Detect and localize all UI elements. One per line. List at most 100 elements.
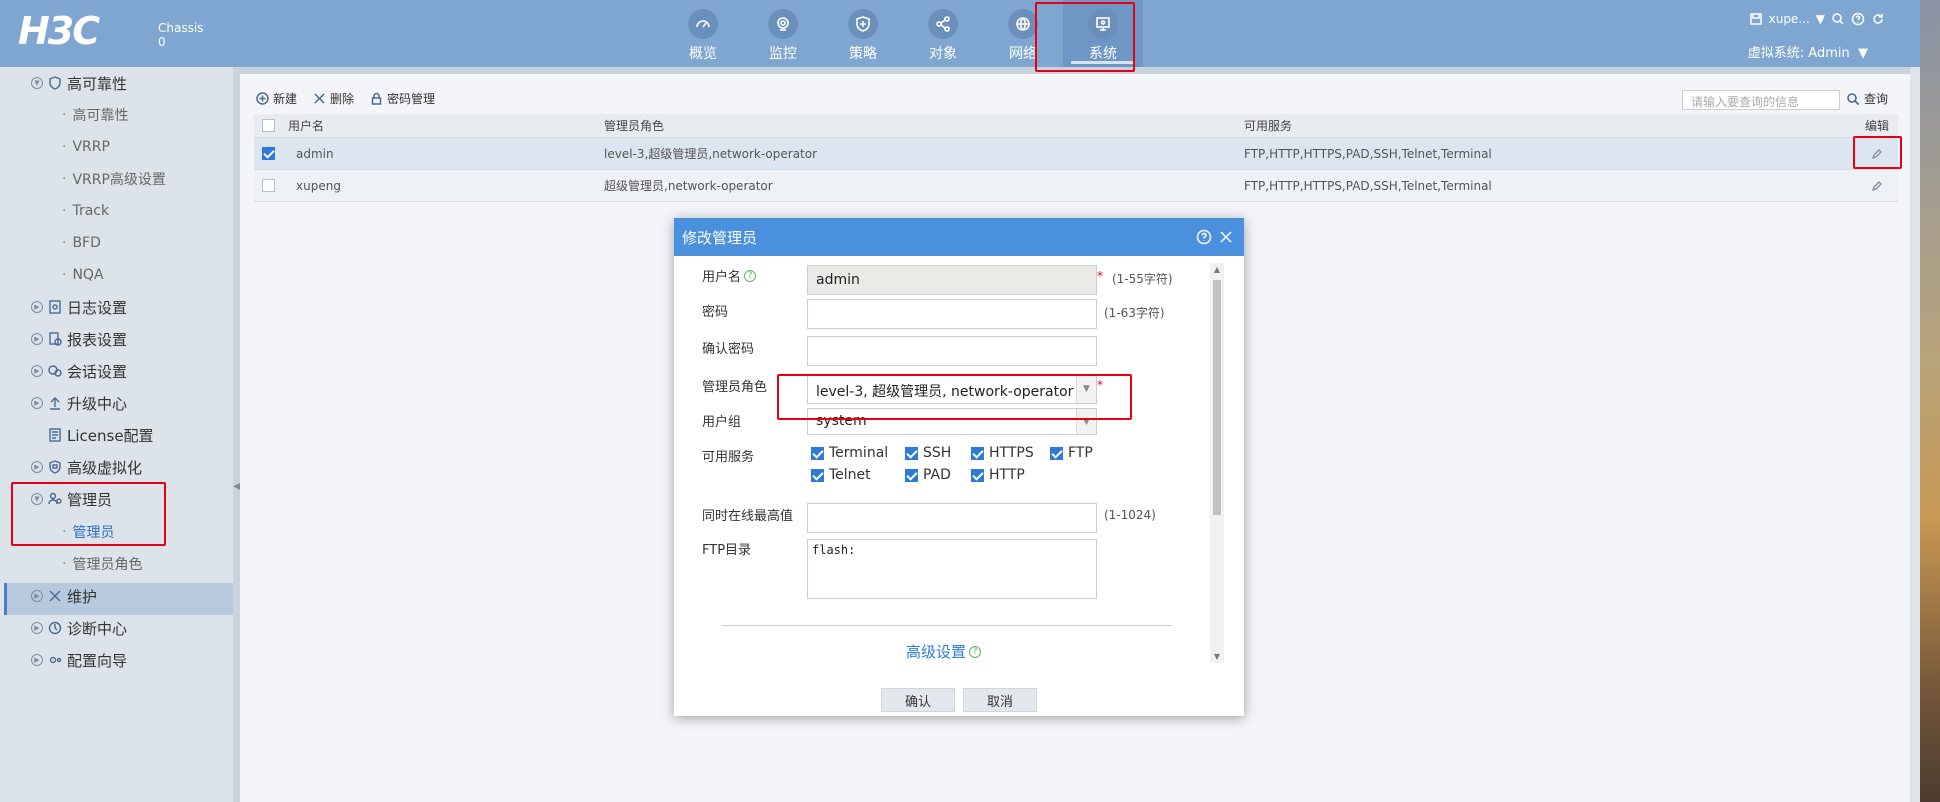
sidebar-item-ha[interactable]: 高可靠性 [62,99,128,131]
sidebar-item-bfd[interactable]: BFD [62,227,100,259]
sidebar-item-label: 高级虚拟化 [67,458,143,477]
service-http-checkbox[interactable]: HTTP [971,467,1025,483]
nav-monitor[interactable]: 监控 [743,0,823,67]
search-icon [1847,92,1860,105]
sidebar-item-label: 升级中心 [67,394,128,413]
password-management-button[interactable]: 密码管理 [370,90,435,107]
service-ftp-checkbox[interactable]: FTP [1050,445,1093,461]
sidebar-item-label: 报表设置 [67,330,128,349]
service-ssh-checkbox[interactable]: SSH [905,445,951,461]
checkbox [905,468,918,482]
password-field[interactable] [807,299,1097,329]
h3c-logo: H3C [18,9,100,53]
help-icon[interactable]: ? [969,645,982,658]
sidebar-item-license[interactable]: License配置 [0,419,233,451]
table-row[interactable]: xupeng 超级管理员,network-operator FTP,HTTP,H… [254,170,1898,202]
sidebar-group-maintenance[interactable]: ▶ 维护 [0,580,233,612]
confirm-password-field[interactable] [807,336,1097,366]
sidebar-item-vrrp-advanced[interactable]: VRRP高级设置 [62,163,165,195]
edit-icon[interactable] [1856,180,1898,192]
new-button[interactable]: 新建 [256,90,297,107]
sidebar-group-diagnostics[interactable]: ▶ 诊断中心 [0,612,233,644]
password-label: 密码 [702,305,729,320]
sidebar-item-nqa[interactable]: NQA [62,259,104,291]
refresh-icon[interactable] [1871,12,1885,26]
cell-username: admin [296,146,334,161]
nav-policy-label: 策略 [849,46,877,62]
username-hint: (1-55字符) [1112,272,1173,286]
search-input[interactable]: 请输入要查询的信息 [1682,90,1840,110]
dialog-scrollbar[interactable]: ▲ ▼ [1210,263,1224,663]
nav-overview[interactable]: 概览 [663,0,743,67]
expand-icon: ▶ [31,397,43,409]
max-online-field[interactable] [807,503,1097,533]
cell-services: FTP,HTTP,HTTPS,PAD,SSH,Telnet,Terminal [1244,178,1492,193]
ok-button[interactable]: 确认 [881,688,955,712]
service-label: Telnet [829,467,871,483]
service-terminal-checkbox[interactable]: Terminal [811,445,888,461]
column-header-services[interactable]: 可用服务 [1236,117,1856,134]
sidebar-item-label: NQA [72,267,104,283]
row-checkbox[interactable] [261,179,275,192]
service-https-checkbox[interactable]: HTTPS [971,445,1034,461]
virtualization-icon [48,460,62,474]
report-icon [48,332,62,346]
page-scrollbar[interactable] [1910,67,1920,802]
user-menu[interactable]: xupe... [1769,12,1810,26]
desktop-background-strip [1920,0,1940,802]
dialog-header: 修改管理员 [674,218,1244,256]
column-header-username[interactable]: 用户名 [282,117,596,134]
save-icon[interactable] [1749,12,1763,26]
sidebar-item-admin-role[interactable]: 管理员角色 [62,548,142,580]
sidebar-group-session[interactable]: ▶ 会话设置 [0,355,233,387]
service-pad-checkbox[interactable]: PAD [905,467,951,483]
service-telnet-checkbox[interactable]: Telnet [811,467,871,483]
column-header-role[interactable]: 管理员角色 [596,117,1236,134]
shield-icon [48,76,62,90]
table-header: 用户名 管理员角色 可用服务 编辑 [254,114,1898,138]
sidebar-group-ha[interactable]: ▼ 高可靠性 [0,67,233,99]
table-row[interactable]: admin level-3,超级管理员,network-operator FTP… [254,138,1898,170]
checkbox [1050,446,1063,460]
service-label: PAD [923,467,951,483]
sidebar-group-config-wizard[interactable]: ▶ 配置向导 [0,644,233,676]
scroll-up-icon[interactable]: ▲ [1210,265,1224,274]
help-icon[interactable]: ? [744,269,757,282]
chevron-down-icon: ▼ [1853,46,1868,61]
cell-username: xupeng [296,178,341,193]
sidebar-group-advanced-virtualization[interactable]: ▶ 高级虚拟化 [0,451,233,483]
sidebar-group-upgrade[interactable]: ▶ 升级中心 [0,387,233,419]
search-icon[interactable] [1831,12,1845,26]
edit-admin-dialog: 修改管理员 用户名 ? admin * (1-55字符) 密码 (1-63字符)… [674,218,1244,716]
row-checkbox[interactable] [261,147,275,160]
search-button[interactable]: 查询 [1846,90,1888,107]
nav-object[interactable]: 对象 [903,0,983,67]
select-all-checkbox[interactable] [261,119,275,132]
advanced-settings-link[interactable]: 高级设置 ? [906,641,982,662]
virtual-system-selector[interactable]: 虚拟系统: Admin ▼ [1748,42,1868,61]
password-management-label: 密码管理 [387,92,436,106]
username-field[interactable]: admin [807,265,1097,295]
nav-policy[interactable]: 策略 [823,0,903,67]
sidebar-item-track[interactable]: Track [62,195,109,227]
scroll-down-icon[interactable]: ▼ [1210,652,1224,661]
scrollbar-thumb[interactable] [1213,280,1221,515]
admin-table: 用户名 管理员角色 可用服务 编辑 admin level-3,超级管理员,ne… [254,114,1898,202]
checkbox [971,468,984,482]
sidebar-group-report[interactable]: ▶ 报表设置 [0,323,233,355]
highlight-box-admin [11,482,166,546]
expand-icon: ▶ [31,301,43,313]
chevron-down-icon[interactable]: ▼ [1816,12,1825,26]
ftp-directory-field[interactable]: flash: [807,539,1097,599]
max-online-hint: (1-1024) [1104,508,1156,522]
sidebar-item-vrrp[interactable]: VRRP [62,131,109,163]
help-icon[interactable] [1196,229,1212,245]
cancel-button[interactable]: 取消 [963,688,1037,712]
close-icon[interactable] [1218,229,1234,245]
sidebar-group-log[interactable]: ▶ 日志设置 [0,291,233,323]
help-icon[interactable] [1851,12,1865,26]
checkbox [811,446,824,460]
delete-button[interactable]: 删除 [313,90,354,107]
gear-icon [48,653,62,667]
max-online-label: 同时在线最高值 [702,509,794,524]
